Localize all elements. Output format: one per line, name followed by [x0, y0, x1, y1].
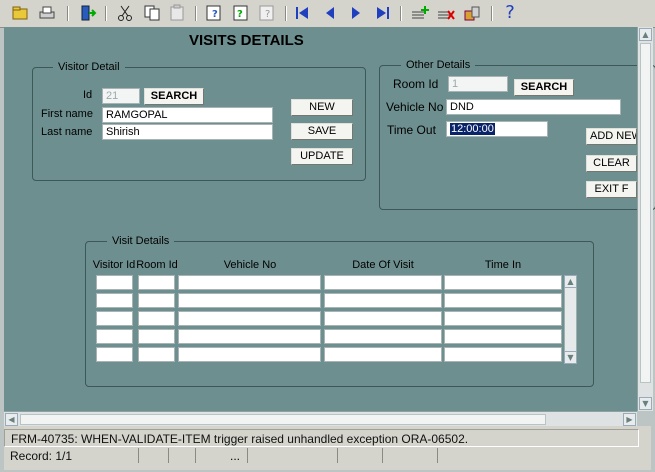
help-icon[interactable]: ? — [500, 3, 520, 23]
save-button[interactable]: SAVE — [291, 123, 353, 140]
time-in-cell[interactable] — [444, 275, 562, 290]
visitor-id-cell[interactable] — [96, 329, 133, 344]
next-record-icon[interactable] — [346, 3, 366, 23]
query-enter-icon[interactable]: ? — [204, 3, 224, 23]
date-of-visit-cell[interactable] — [324, 311, 442, 326]
date-of-visit-cell[interactable] — [324, 275, 442, 290]
grid-scrollbar[interactable]: ▲ ▼ — [564, 275, 577, 364]
visitor-detail-label: Visitor Detail — [53, 61, 125, 73]
new-button[interactable]: NEW — [291, 99, 353, 116]
visitor-id-field[interactable]: 21 — [102, 88, 140, 104]
room-id-label: Room Id — [393, 77, 439, 91]
last-name-label: Last name — [41, 126, 93, 138]
cut-icon[interactable] — [115, 3, 135, 23]
delete-record-icon[interactable] — [436, 3, 456, 23]
time-out-field[interactable]: 12:00:00 — [446, 121, 548, 137]
visitor-id-cell[interactable] — [96, 275, 133, 290]
vehicle-no-label: Vehicle No — [386, 100, 444, 114]
first-record-icon[interactable] — [293, 3, 313, 23]
last-record-icon[interactable] — [372, 3, 392, 23]
status-record: Record: 1/1 — [10, 449, 73, 463]
last-name-field[interactable]: Shirish — [102, 124, 273, 140]
room-search-button[interactable]: SEARCH — [514, 79, 574, 96]
grid-scroll-down-icon[interactable]: ▼ — [564, 351, 577, 364]
svg-text:?: ? — [265, 9, 270, 20]
time-in-cell[interactable] — [444, 293, 562, 308]
previous-record-icon[interactable] — [320, 3, 340, 23]
scroll-up-icon[interactable]: ▲ — [639, 28, 652, 41]
visitor-id-cell[interactable] — [96, 311, 133, 326]
paste-icon[interactable] — [167, 3, 187, 23]
horizontal-scrollbar[interactable]: ◀ ▶ — [4, 411, 637, 427]
visitor-search-button[interactable]: SEARCH — [144, 88, 204, 105]
horizontal-scroll-thumb[interactable] — [20, 414, 546, 425]
page-title: VISITS DETAILS — [189, 32, 304, 49]
query-execute-icon[interactable]: ? — [231, 3, 251, 23]
exit-form-button[interactable]: EXIT F — [586, 181, 637, 198]
other-details-label: Other Details — [401, 59, 476, 71]
time-out-label: Time Out — [387, 123, 436, 137]
date-of-visit-cell[interactable] — [324, 293, 442, 308]
room-id-cell[interactable] — [138, 275, 175, 290]
vertical-scrollbar[interactable]: ▲ ▼ — [637, 27, 653, 411]
exit-icon[interactable] — [78, 3, 98, 23]
room-id-cell[interactable] — [138, 347, 175, 362]
col-time-in: Time In — [484, 259, 522, 271]
copy-icon[interactable] — [142, 3, 162, 23]
first-name-field[interactable]: RAMGOPAL — [102, 107, 273, 123]
vehicle-no-field[interactable]: DND — [446, 99, 621, 115]
toolbar: ? ? ? ? — [0, 0, 655, 28]
save-icon[interactable] — [10, 3, 30, 23]
room-id-field[interactable]: 1 — [448, 76, 508, 92]
query-cancel-icon[interactable]: ? — [257, 3, 277, 23]
add-new-button[interactable]: ADD NEW — [586, 128, 637, 145]
date-of-visit-cell[interactable] — [324, 347, 442, 362]
status-bar: FRM-40735: WHEN-VALIDATE-ITEM trigger ra… — [4, 426, 651, 470]
status-message: FRM-40735: WHEN-VALIDATE-ITEM trigger ra… — [4, 429, 639, 447]
col-vehicle-no: Vehicle No — [223, 259, 277, 271]
room-id-cell[interactable] — [138, 311, 175, 326]
grid-scroll-up-icon[interactable]: ▲ — [564, 275, 577, 288]
room-id-cell[interactable] — [138, 293, 175, 308]
col-room-id: Room Id — [136, 259, 178, 271]
lock-record-icon[interactable] — [462, 3, 482, 23]
date-of-visit-cell[interactable] — [324, 329, 442, 344]
scroll-right-icon[interactable]: ▶ — [623, 413, 636, 426]
vehicle-no-cell[interactable] — [178, 311, 321, 326]
id-label: Id — [83, 89, 93, 101]
svg-text:?: ? — [237, 9, 243, 20]
visitor-id-cell[interactable] — [96, 293, 133, 308]
room-id-cell[interactable] — [138, 329, 175, 344]
clear-button[interactable]: CLEAR — [586, 155, 637, 172]
svg-text:?: ? — [212, 9, 218, 20]
time-in-cell[interactable] — [444, 347, 562, 362]
status-ellipsis: ... — [230, 449, 241, 463]
col-visitor-id: Visitor Id — [92, 259, 136, 271]
print-icon[interactable] — [37, 3, 57, 23]
vehicle-no-cell[interactable] — [178, 275, 321, 290]
time-in-cell[interactable] — [444, 329, 562, 344]
first-name-label: First name — [41, 108, 93, 120]
col-date-of-visit: Date Of Visit — [352, 259, 414, 271]
scroll-left-icon[interactable]: ◀ — [5, 413, 18, 426]
vehicle-no-cell[interactable] — [178, 293, 321, 308]
insert-record-icon[interactable] — [410, 3, 430, 23]
vertical-scroll-thumb[interactable] — [640, 43, 651, 383]
vehicle-no-cell[interactable] — [178, 329, 321, 344]
scroll-down-icon[interactable]: ▼ — [639, 397, 652, 410]
visit-details-label: Visit Details — [107, 235, 175, 247]
time-in-cell[interactable] — [444, 311, 562, 326]
update-button[interactable]: UPDATE — [291, 148, 353, 165]
vehicle-no-cell[interactable] — [178, 347, 321, 362]
form-canvas: VISITS DETAILS Visitor Detail Id 21 SEAR… — [4, 27, 655, 411]
visitor-id-cell[interactable] — [96, 347, 133, 362]
time-out-value: 12:00:00 — [450, 123, 495, 135]
